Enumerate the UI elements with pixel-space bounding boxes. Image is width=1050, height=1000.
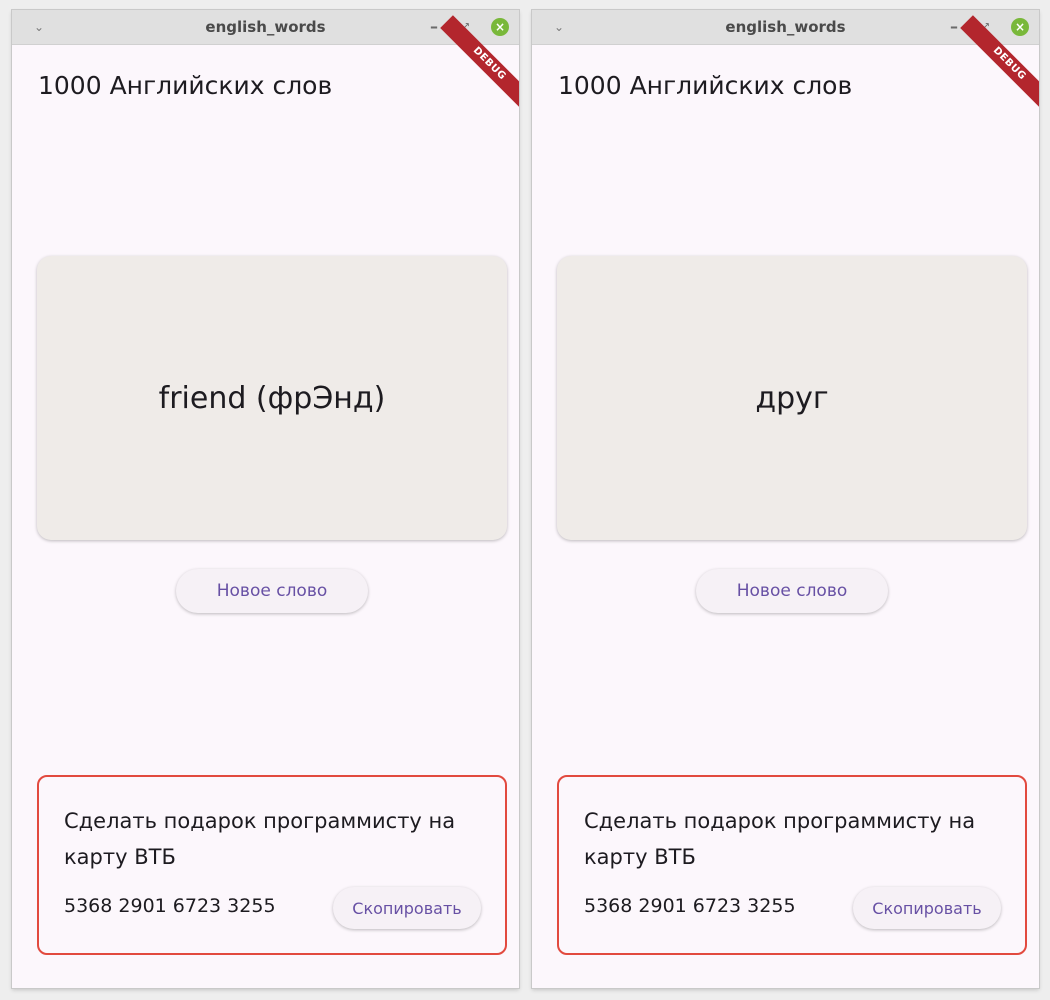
gift-text: Сделать подарок программисту на карту ВТ… bbox=[584, 809, 976, 869]
word-card: друг bbox=[557, 256, 1027, 540]
copy-button[interactable]: Скопировать bbox=[333, 887, 481, 929]
gift-box: Сделать подарок программисту на карту ВТ… bbox=[557, 775, 1027, 955]
app-title: 1000 Английских слов bbox=[38, 71, 333, 100]
app-content: DEBUG 1000 Английских слов friend (фрЭнд… bbox=[12, 15, 519, 988]
card-number: 5368 2901 6723 3255 bbox=[584, 895, 796, 917]
card-number: 5368 2901 6723 3255 bbox=[64, 895, 276, 917]
app-title: 1000 Английских слов bbox=[558, 71, 853, 100]
new-word-button[interactable]: Новое слово bbox=[176, 569, 368, 613]
copy-button[interactable]: Скопировать bbox=[853, 887, 1001, 929]
word-text: friend (фрЭнд) bbox=[158, 380, 386, 416]
new-word-button[interactable]: Новое слово bbox=[696, 569, 888, 613]
gift-text: Сделать подарок программисту на карту ВТ… bbox=[64, 809, 456, 869]
app-window-russian: ⌄ english_words – ↗ × DEBUG 1000 Английс… bbox=[532, 10, 1039, 988]
close-icon[interactable]: × bbox=[491, 18, 509, 36]
gift-box: Сделать подарок программисту на карту ВТ… bbox=[37, 775, 507, 955]
close-icon[interactable]: × bbox=[1011, 18, 1029, 36]
word-card: friend (фрЭнд) bbox=[37, 256, 507, 540]
app-window-english: ⌄ english_words – ↗ × DEBUG 1000 Английс… bbox=[12, 10, 519, 988]
word-text: друг bbox=[755, 380, 829, 416]
app-content: DEBUG 1000 Английских слов друг Новое сл… bbox=[532, 15, 1039, 988]
